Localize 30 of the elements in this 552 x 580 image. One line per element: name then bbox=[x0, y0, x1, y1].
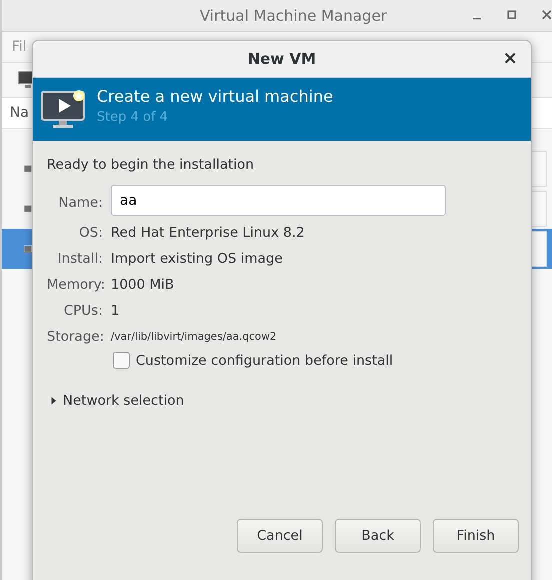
section-heading: Ready to begin the installation bbox=[47, 157, 256, 173]
field-label: OS: bbox=[78, 224, 103, 243]
field-label: Storage: bbox=[47, 328, 103, 347]
window-title: Virtual Machine Manager bbox=[200, 6, 388, 24]
close-icon[interactable] bbox=[542, 10, 552, 20]
field-label: CPUs: bbox=[62, 302, 103, 321]
column-header[interactable]: Na bbox=[10, 105, 30, 121]
field-value: 1 bbox=[111, 302, 121, 321]
checkbox[interactable] bbox=[113, 352, 130, 369]
expander-label[interactable]: Network selection bbox=[63, 393, 184, 409]
dialog-button[interactable]: Finish bbox=[433, 519, 519, 553]
checkbox-label[interactable]: Customize configuration before install bbox=[136, 352, 394, 368]
monitor-play-icon bbox=[41, 90, 87, 130]
dialog-button[interactable]: Cancel bbox=[237, 519, 323, 553]
field-label: Name: bbox=[58, 194, 103, 212]
field-value: Red Hat Enterprise Linux 8.2 bbox=[111, 224, 306, 243]
name-field[interactable]: aa bbox=[111, 185, 446, 216]
step-label: Step 4 of 4 bbox=[97, 110, 170, 125]
field-value: 1000 MiB bbox=[111, 276, 176, 295]
dialog-button[interactable]: Back bbox=[335, 519, 421, 553]
field-label: Memory: bbox=[47, 276, 103, 295]
maximize-icon[interactable] bbox=[507, 10, 517, 20]
banner-title: Create a new virtual machine bbox=[97, 87, 334, 106]
dialog-title: New VM bbox=[248, 50, 316, 68]
field-value: Import existing OS image bbox=[111, 250, 284, 269]
close-button[interactable]: × bbox=[498, 48, 523, 69]
expander-arrow-icon[interactable] bbox=[51, 397, 57, 405]
field-label: Install: bbox=[56, 250, 103, 269]
vm-row[interactable] bbox=[530, 229, 552, 269]
field-value: /var/lib/libvirt/images/aa.qcow2 bbox=[111, 330, 278, 345]
